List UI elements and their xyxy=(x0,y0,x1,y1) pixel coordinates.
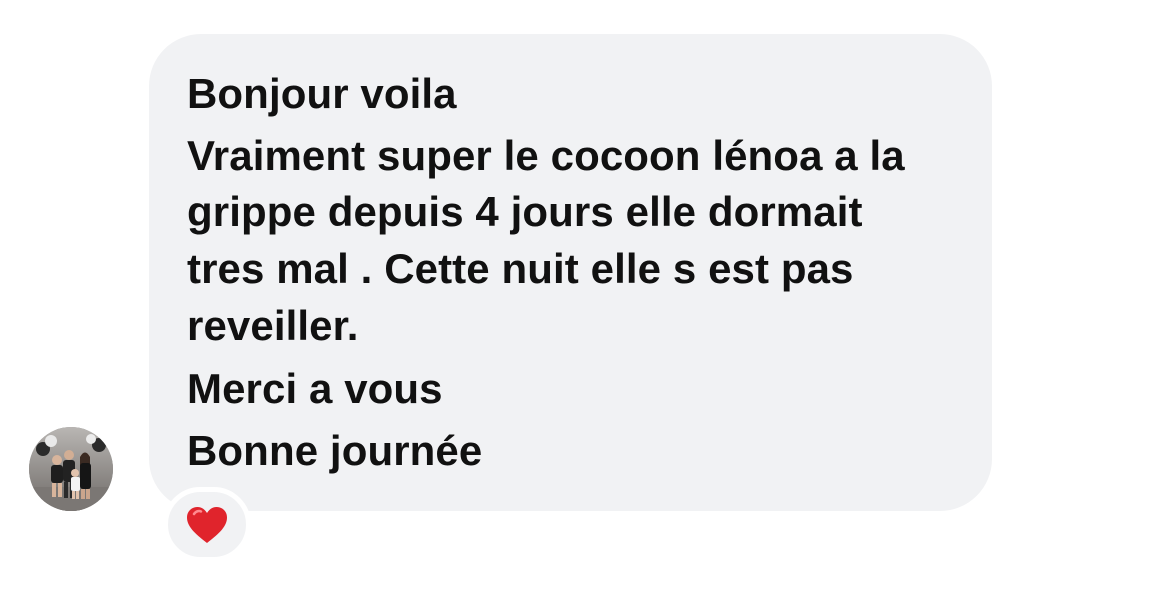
message-line: Vraiment super le cocoon lénoa a la xyxy=(187,132,905,179)
red-heart-icon xyxy=(187,506,227,543)
reaction-badge[interactable] xyxy=(163,487,251,562)
message-line: Bonne journée xyxy=(187,427,483,474)
message-line: grippe depuis 4 jours elle dormait xyxy=(187,188,863,235)
message-line: Bonjour voila xyxy=(187,70,457,117)
message-line: reveiller. xyxy=(187,302,359,349)
chat-thread: Bonjour voila Vraiment super le cocoon l… xyxy=(0,0,1161,590)
family-photo-avatar xyxy=(29,427,113,511)
message-line: tres mal . Cette nuit elle s est pas xyxy=(187,245,854,292)
sender-avatar[interactable] xyxy=(29,427,113,511)
message-bubble[interactable]: Bonjour voila Vraiment super le cocoon l… xyxy=(149,34,992,511)
message-line: Merci a vous xyxy=(187,365,443,412)
